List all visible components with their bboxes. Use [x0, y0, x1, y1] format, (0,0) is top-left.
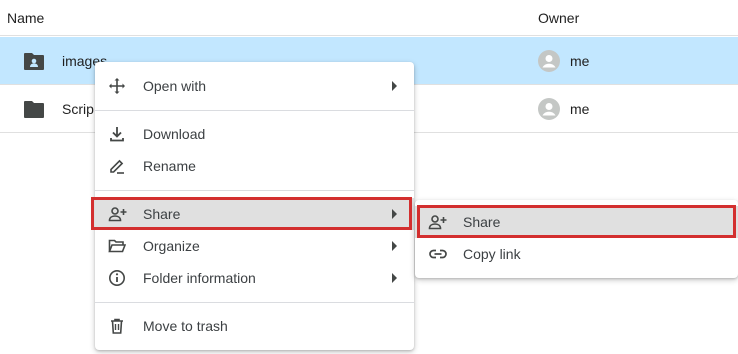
folder-open-icon: [108, 239, 126, 253]
menu-item-label: Move to trash: [143, 318, 228, 334]
shared-folder-icon: [24, 53, 44, 70]
submenu-arrow-icon: [392, 209, 397, 219]
menu-item-label: Share: [143, 206, 181, 222]
submenu-arrow-icon: [392, 241, 397, 251]
trash-icon: [111, 318, 123, 334]
menu-item-label: Download: [143, 126, 206, 142]
menu-item-rename[interactable]: Rename: [95, 150, 414, 182]
column-header-name[interactable]: Name: [7, 10, 44, 26]
submenu-item-label: Share: [463, 214, 501, 230]
pencil-icon: [110, 159, 124, 174]
download-icon: [110, 127, 124, 142]
menu-divider: [95, 110, 414, 111]
menu-item-open-with[interactable]: Open with: [95, 70, 414, 102]
submenu-arrow-icon: [392, 273, 397, 283]
submenu-item-share[interactable]: Share: [415, 206, 738, 238]
menu-divider: [95, 190, 414, 191]
info-icon: [109, 270, 125, 286]
owner-label: me: [570, 101, 590, 117]
context-menu: Open with Download Rename Share Organize…: [95, 62, 414, 350]
submenu-item-copy-link[interactable]: Copy link: [415, 238, 738, 270]
link-icon: [429, 249, 447, 259]
menu-item-share[interactable]: Share: [95, 198, 414, 230]
owner-avatar: [538, 50, 560, 72]
menu-item-download[interactable]: Download: [95, 118, 414, 150]
menu-item-organize[interactable]: Organize: [95, 230, 414, 262]
person-add-icon: [108, 207, 127, 222]
owner-label: me: [570, 53, 590, 69]
folder-icon: [24, 101, 44, 118]
submenu-arrow-icon: [392, 81, 397, 91]
menu-item-folder-information[interactable]: Folder information: [95, 262, 414, 294]
column-header-owner[interactable]: Owner: [538, 10, 579, 26]
person-add-icon: [428, 215, 447, 230]
menu-item-move-to-trash[interactable]: Move to trash: [95, 310, 414, 342]
file-list-header: Name Owner: [0, 0, 738, 36]
menu-divider: [95, 302, 414, 303]
owner-avatar: [538, 98, 560, 120]
menu-item-label: Open with: [143, 78, 207, 94]
file-name: Scrip: [62, 101, 94, 117]
move-arrows-icon: [109, 78, 125, 94]
submenu-item-label: Copy link: [463, 246, 521, 262]
menu-item-label: Organize: [143, 238, 200, 254]
share-submenu: Share Copy link: [415, 200, 738, 278]
menu-item-label: Folder information: [143, 270, 256, 286]
menu-item-label: Rename: [143, 158, 196, 174]
